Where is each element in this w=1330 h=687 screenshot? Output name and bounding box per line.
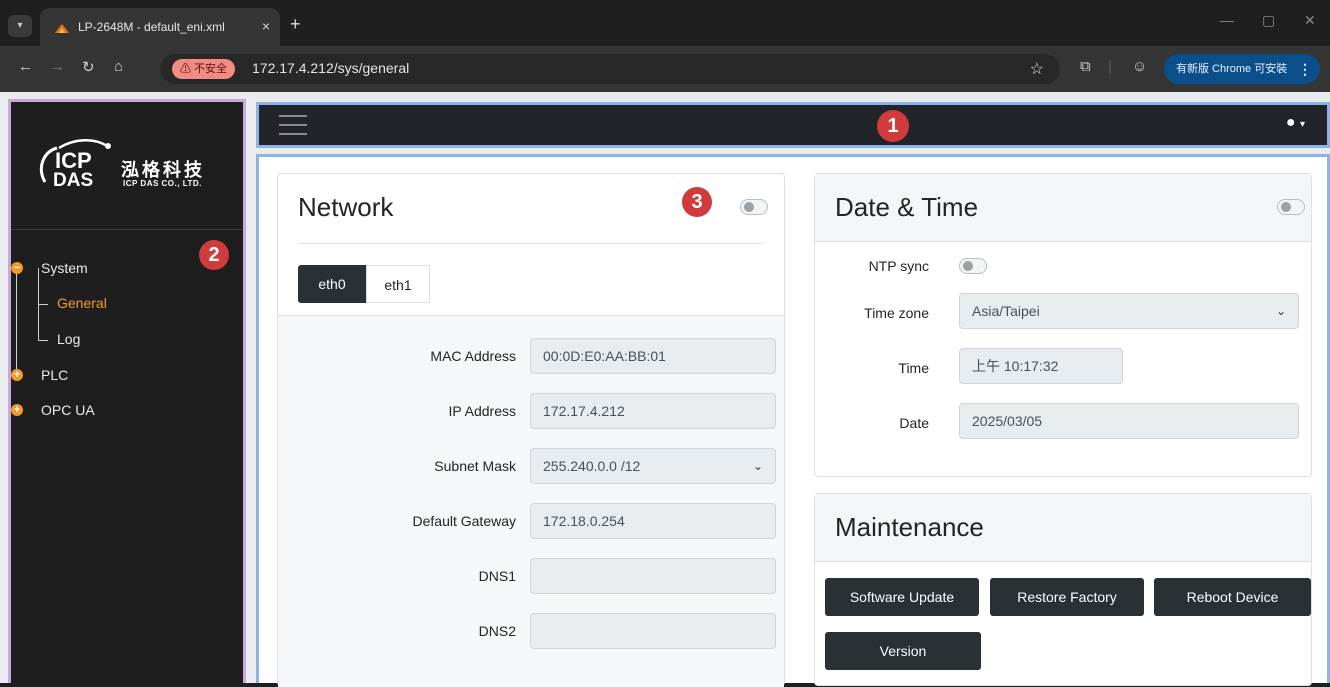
tab-search-button[interactable]: ▾ — [8, 15, 32, 37]
network-edit-toggle[interactable] — [740, 199, 768, 215]
sidebar-item-log[interactable]: Log — [57, 331, 80, 347]
app-header: 1 ● ▾ — [256, 102, 1330, 148]
network-form: MAC Address 00:0D:E0:AA:BB:01 IP Address… — [278, 316, 784, 687]
ip-address-field[interactable]: 172.17.4.212 — [530, 393, 776, 429]
callout-badge-3: 3 — [682, 187, 712, 217]
user-circle-icon: ● — [1285, 114, 1296, 131]
subnet-mask-value: 255.240.0.0 /12 — [543, 458, 641, 474]
bookmark-star-icon[interactable]: ☆ — [1030, 59, 1044, 79]
time-label: Time — [898, 360, 929, 376]
reload-icon[interactable]: ↻ — [82, 58, 95, 76]
chevron-down-icon: ▾ — [1299, 119, 1305, 130]
software-update-button[interactable]: Software Update — [825, 578, 979, 616]
maximize-icon[interactable]: ▢ — [1262, 12, 1275, 29]
update-chip-label: 有新版 Chrome 可安裝 — [1176, 63, 1288, 75]
close-window-icon[interactable]: ✕ — [1304, 12, 1316, 29]
tree-connector — [38, 304, 48, 305]
time-zone-select[interactable]: Asia/Taipei ⌄ — [959, 293, 1299, 329]
address-bar[interactable]: ⚠ 不安全 172.17.4.212/sys/general ☆ — [160, 54, 1060, 84]
maintenance-header: Maintenance — [815, 494, 1311, 562]
maintenance-title: Maintenance — [835, 512, 984, 542]
menu-toggle-icon[interactable] — [279, 115, 307, 135]
callout-badge-2: 2 — [199, 240, 229, 270]
datetime-card: Date & Time NTP sync Time zone Asia/Taip… — [814, 173, 1312, 477]
tree-connector — [38, 340, 48, 341]
ntp-sync-label: NTP sync — [868, 258, 929, 274]
sidebar: ICP DAS 泓格科技 ICP DAS CO., LTD. 2 − Syste… — [8, 99, 246, 683]
url-text[interactable]: 172.17.4.212/sys/general — [252, 60, 409, 76]
ip-address-label: IP Address — [448, 403, 516, 419]
forward-icon[interactable]: → — [50, 58, 65, 75]
dns1-label: DNS1 — [478, 568, 516, 584]
mac-address-field[interactable]: 00:0D:E0:AA:BB:01 — [530, 338, 776, 374]
subnet-mask-select[interactable]: 255.240.0.0 /12 ⌄ — [530, 448, 776, 484]
logo-mark-das: DAS — [53, 170, 93, 191]
web-page: ICP DAS 泓格科技 ICP DAS CO., LTD. 2 − Syste… — [0, 92, 1330, 687]
expand-opcua-icon[interactable]: + — [11, 404, 23, 416]
restore-factory-button[interactable]: Restore Factory — [990, 578, 1144, 616]
sidebar-item-plc[interactable]: PLC — [41, 367, 68, 383]
main-content: Network 3 eth0 eth1 MAC Address 00:0D:E0… — [256, 154, 1330, 687]
datetime-edit-toggle[interactable] — [1277, 199, 1305, 215]
datetime-title: Date & Time — [835, 192, 979, 222]
tab-title: LP-2648M - default_eni.xml — [78, 20, 225, 34]
logo: ICP DAS 泓格科技 ICP DAS CO., LTD. — [11, 102, 243, 230]
home-icon[interactable]: ⌂ — [114, 58, 123, 75]
datetime-header: Date & Time — [815, 174, 1311, 242]
browser-tab-strip: ▾ LP-2648M - default_eni.xml × + — ▢ ✕ — [0, 0, 1330, 46]
sidebar-item-general[interactable]: General — [57, 295, 107, 311]
minimize-icon[interactable]: — — [1220, 12, 1234, 28]
browser-toolbar: ← → ↻ ⌂ ⚠ 不安全 172.17.4.212/sys/general ☆… — [0, 46, 1330, 92]
sidebar-item-opcua[interactable]: OPC UA — [41, 402, 95, 418]
browser-tab[interactable]: LP-2648M - default_eni.xml × — [40, 8, 280, 46]
chrome-update-button[interactable]: 有新版 Chrome 可安裝 ⋮ — [1164, 54, 1320, 84]
time-zone-value: Asia/Taipei — [972, 303, 1040, 319]
ntp-sync-toggle[interactable] — [959, 258, 987, 274]
date-field[interactable]: 2025/03/05 — [959, 403, 1299, 439]
dns1-field[interactable] — [530, 558, 776, 594]
time-zone-label: Time zone — [864, 305, 929, 321]
close-tab-icon[interactable]: × — [262, 18, 270, 34]
callout-badge-1: 1 — [877, 110, 909, 142]
favicon-icon — [55, 24, 69, 33]
expand-plc-icon[interactable]: + — [11, 369, 23, 381]
icpdas-logo-mark: ICP DAS — [40, 139, 111, 191]
time-field[interactable]: 上午 10:17:32 — [959, 348, 1123, 384]
toolbar-divider: | — [1108, 58, 1112, 75]
not-secure-chip[interactable]: ⚠ 不安全 — [172, 59, 236, 79]
network-card: Network 3 eth0 eth1 MAC Address 00:0D:E0… — [277, 173, 785, 687]
tab-eth1[interactable]: eth1 — [366, 265, 430, 303]
user-menu-button[interactable]: ● ▾ — [1286, 114, 1305, 132]
mac-address-label: MAC Address — [430, 348, 516, 364]
extensions-icon[interactable]: ⧉ — [1080, 58, 1091, 75]
back-icon[interactable]: ← — [18, 58, 33, 75]
tab-eth0[interactable]: eth0 — [298, 265, 366, 303]
browser-menu-icon[interactable]: ⋮ — [1298, 54, 1312, 84]
subnet-mask-label: Subnet Mask — [434, 458, 516, 474]
sidebar-item-system[interactable]: System — [41, 260, 88, 276]
chevron-down-icon: ⌄ — [1275, 304, 1286, 318]
profile-avatar-icon[interactable]: ☺ — [1132, 58, 1147, 75]
dns2-field[interactable] — [530, 613, 776, 649]
date-label: Date — [899, 415, 929, 431]
default-gateway-field[interactable]: 172.18.0.254 — [530, 503, 776, 539]
chevron-down-icon: ⌄ — [752, 459, 763, 473]
network-title: Network — [298, 192, 394, 222]
default-gateway-label: Default Gateway — [412, 513, 517, 529]
tree-connector — [16, 268, 17, 378]
maintenance-card: Maintenance Software Update Restore Fact… — [814, 493, 1312, 686]
logo-name-en: ICP DAS CO., LTD. — [123, 179, 202, 188]
new-tab-icon[interactable]: + — [290, 14, 301, 35]
reboot-device-button[interactable]: Reboot Device — [1154, 578, 1311, 616]
version-button[interactable]: Version — [825, 632, 981, 670]
dns2-label: DNS2 — [478, 623, 516, 639]
title-divider — [298, 243, 764, 244]
collapse-system-icon[interactable]: − — [11, 262, 23, 274]
